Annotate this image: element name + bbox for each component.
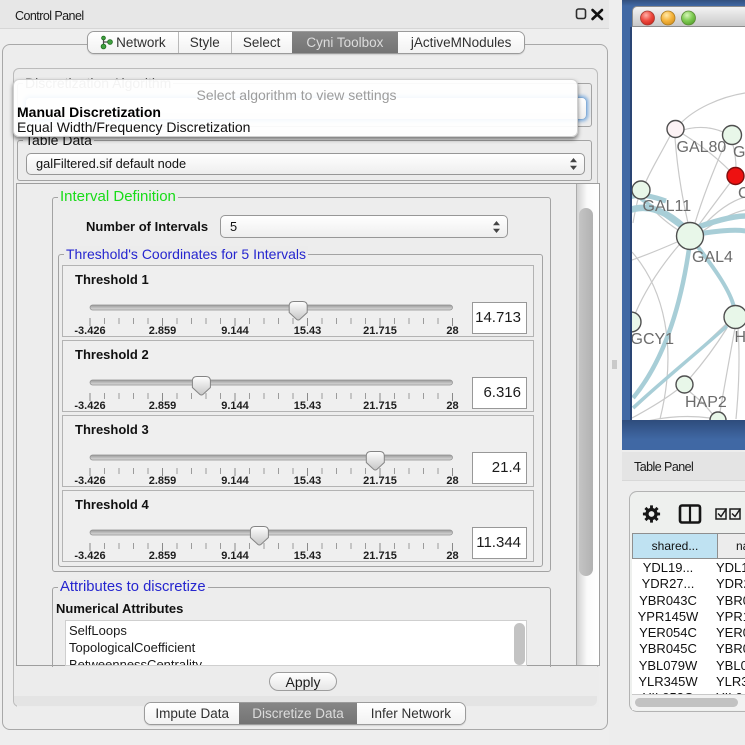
svg-text:9.144: 9.144	[221, 550, 249, 561]
svg-text:2.859: 2.859	[149, 475, 177, 486]
svg-text:9.144: 9.144	[221, 475, 249, 486]
svg-text:GAL4: GAL4	[692, 249, 733, 266]
svg-text:15.43: 15.43	[294, 550, 322, 561]
svg-text:GAL11: GAL11	[643, 198, 692, 215]
svg-text:15.43: 15.43	[294, 475, 322, 486]
svg-text:-3.426: -3.426	[74, 325, 105, 336]
svg-text:2.859: 2.859	[149, 400, 177, 411]
svg-text:-3.426: -3.426	[74, 475, 105, 486]
svg-text:15.43: 15.43	[294, 400, 322, 411]
svg-text:GCY1: GCY1	[632, 331, 674, 348]
svg-text:HI: HI	[735, 329, 745, 346]
svg-text:-3.426: -3.426	[74, 400, 105, 411]
svg-text:21.715: 21.715	[363, 400, 397, 411]
svg-text:-3.426: -3.426	[74, 550, 105, 561]
svg-text:GAL80: GAL80	[677, 139, 727, 156]
svg-text:21.715: 21.715	[363, 325, 397, 336]
svg-text:21.715: 21.715	[363, 550, 397, 561]
svg-text:21.715: 21.715	[363, 475, 397, 486]
svg-text:28: 28	[446, 550, 458, 561]
svg-text:9.144: 9.144	[221, 400, 249, 411]
svg-text:HAP2: HAP2	[685, 394, 727, 411]
svg-text:2.859: 2.859	[149, 550, 177, 561]
svg-text:2.859: 2.859	[149, 325, 177, 336]
svg-text:15.43: 15.43	[294, 325, 322, 336]
svg-text:28: 28	[446, 325, 458, 336]
svg-text:28: 28	[446, 475, 458, 486]
svg-text:28: 28	[446, 400, 458, 411]
svg-text:9.144: 9.144	[221, 325, 249, 336]
svg-text:C: C	[738, 185, 745, 202]
svg-text:G.: G.	[733, 144, 745, 161]
